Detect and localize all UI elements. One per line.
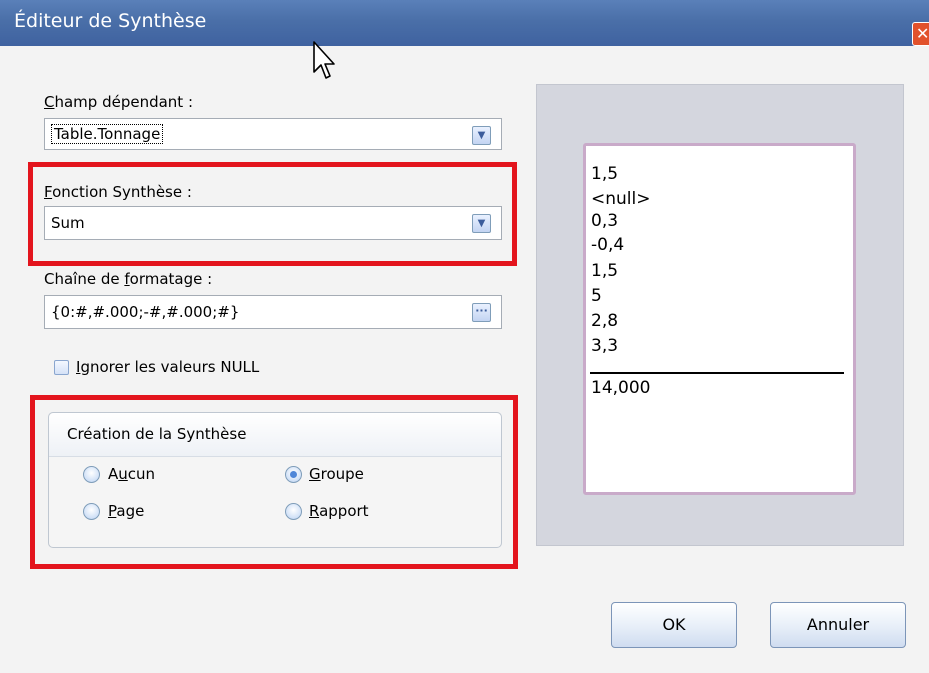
format-string-input[interactable]: {0:#,#.000;-#,#.000;#} ··· (44, 295, 502, 329)
close-button[interactable]: ✕ (912, 22, 929, 46)
preview-sum-line (590, 372, 844, 374)
preview-value: 1,5 (591, 261, 619, 281)
ok-button[interactable]: OK (611, 602, 737, 648)
preview-value: -0,4 (591, 235, 625, 255)
preview-value: 1,5 (591, 164, 619, 184)
preview-value: <null> (591, 189, 651, 209)
ignore-null-label: Ignorer les valeurs NULL (76, 358, 260, 376)
preview-value: 0,3 (591, 211, 619, 231)
dependent-field-label: Champ dépendant : (44, 93, 194, 111)
highlight-box-creation (30, 395, 518, 569)
dependent-field-value: Table.Tonnage (51, 124, 164, 144)
preview-value: 2,8 (591, 311, 619, 331)
highlight-box-function (28, 162, 517, 266)
preview-value: 3,3 (591, 336, 619, 356)
close-icon: ✕ (916, 24, 929, 43)
window-title: Éditeur de Synthèse (14, 10, 207, 32)
ellipsis-button[interactable]: ··· (472, 303, 491, 322)
title-bar: Éditeur de Synthèse ✕ (0, 0, 929, 46)
mouse-cursor-icon (313, 41, 335, 79)
cancel-button[interactable]: Annuler (770, 602, 906, 648)
chevron-down-icon[interactable]: ▼ (472, 126, 491, 145)
ignore-null-checkbox[interactable] (54, 360, 69, 375)
dependent-field-combo[interactable]: Table.Tonnage ▼ (44, 118, 502, 150)
preview-value: 5 (591, 286, 602, 306)
preview-total: 14,000 (591, 378, 651, 398)
format-string-label: Chaîne de formatage : (44, 270, 213, 288)
format-string-value: {0:#,#.000;-#,#.000;#} (51, 303, 240, 321)
